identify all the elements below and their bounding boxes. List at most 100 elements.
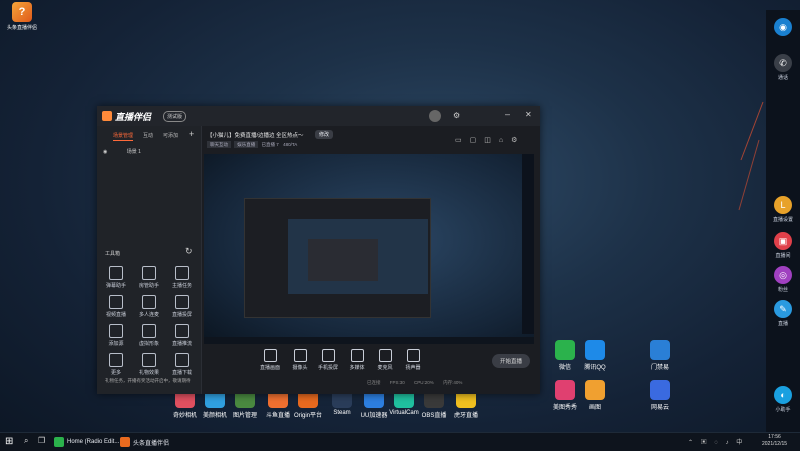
- tool-label: 直播推流: [171, 341, 192, 347]
- header-icons: ▭▢◫⌂⚙: [455, 137, 526, 144]
- toolbox-item[interactable]: 礼物效果: [136, 353, 162, 376]
- tool-label: 房管助手: [138, 283, 159, 289]
- nested-window-inner: [308, 239, 378, 281]
- app-icon: [555, 380, 575, 400]
- tag: 480/TA: [283, 142, 298, 147]
- dock-item[interactable]: L 直播设置: [771, 196, 795, 223]
- desktop-shortcut-live-companion[interactable]: ? 头条直播伴侣: [2, 2, 42, 31]
- status-item: FPS:30: [389, 380, 405, 385]
- tag: 已直播 7: [261, 142, 279, 147]
- toolbox-item[interactable]: 多人连麦: [136, 295, 162, 318]
- scene-row[interactable]: ◉ 场景 1: [103, 148, 141, 155]
- dock-item[interactable]: ✆ 通话: [771, 54, 795, 81]
- dock-item[interactable]: ▣ 直播间: [771, 232, 795, 259]
- start-live-button[interactable]: 开始直播: [492, 354, 531, 368]
- control-icon: [406, 349, 420, 362]
- app-logo-icon: [102, 111, 112, 121]
- tool-icon: [142, 295, 156, 309]
- close-icon[interactable]: ✕: [525, 110, 532, 119]
- version-badge[interactable]: 测试版: [163, 111, 187, 122]
- right-dock: ◉ ✆ 通话 L 直播设置 ▣ 直播间 ◎ 粉丝 ✎ 直播 ◐ 小助手: [766, 10, 800, 432]
- desktop-icon-label: 门禁易: [650, 365, 669, 371]
- tool-icon: [109, 266, 123, 280]
- toolbox-item[interactable]: 直播下载: [169, 353, 195, 376]
- dock-icon: ◉: [774, 18, 792, 36]
- taskbar-app[interactable]: Home (Radio Edit...: [54, 435, 119, 449]
- tab-interact[interactable]: 互动: [143, 132, 153, 139]
- toolbox-item[interactable]: 视频直播: [103, 295, 129, 318]
- tool-icon: [175, 295, 189, 309]
- user-avatar[interactable]: [429, 110, 441, 122]
- toolbox-item[interactable]: 更多: [103, 353, 129, 376]
- desktop-icon-label: 画图: [588, 405, 601, 411]
- tab-addable[interactable]: 可添加: [163, 132, 178, 139]
- desktop-streak-decoration: [738, 101, 764, 211]
- control-label: 多媒体: [349, 365, 365, 371]
- control-button[interactable]: 多媒体: [344, 349, 370, 371]
- dock-item[interactable]: ◐ 小助手: [771, 386, 795, 413]
- desktop-icon[interactable]: 门禁易: [640, 340, 680, 371]
- search-icon[interactable]: ⌕: [24, 436, 28, 446]
- control-label: 摄像头: [292, 365, 308, 371]
- desktop-icon-label: 虎牙直播: [453, 413, 478, 419]
- taskbar-app[interactable]: 头条直播伴侣: [120, 435, 169, 449]
- add-scene-icon[interactable]: +: [189, 129, 194, 139]
- scene-name: 场景 1: [126, 149, 141, 155]
- control-button[interactable]: 手机投屏: [315, 349, 341, 371]
- control-button[interactable]: 麦克风: [372, 349, 398, 371]
- tab-underline: [113, 140, 133, 141]
- status-item: CPU:20%: [414, 380, 434, 385]
- control-icon: [321, 349, 335, 362]
- dock-label: 直播设置: [772, 217, 793, 223]
- tool-icon: [175, 353, 189, 367]
- tool-icon: [142, 324, 156, 338]
- dock-icon: ▣: [774, 232, 792, 250]
- toolbox-item[interactable]: 直播推流: [169, 324, 195, 347]
- control-button[interactable]: 摄像头: [287, 349, 313, 371]
- clock-date: 2021/12/15: [762, 441, 788, 447]
- tool-icon: [142, 266, 156, 280]
- live-companion-window: 直播伴侣 测试版 ⚙ – ✕ 场景管理 互动 可添加 + ◉ 场景 1 工具箱 …: [97, 106, 540, 394]
- status-item: 已连接: [367, 380, 381, 385]
- taskbar-app-icon: [54, 437, 64, 447]
- dock-label: 直播间: [775, 253, 791, 259]
- stream-preview[interactable]: [204, 154, 534, 344]
- dock-icon: ✎: [774, 300, 792, 318]
- app-icon: [585, 380, 605, 400]
- tool-label: 添加源: [108, 341, 124, 347]
- control-button[interactable]: 扬声器: [400, 349, 426, 371]
- toolbox-refresh-icon[interactable]: ↻: [185, 246, 193, 257]
- tab-scene-manager[interactable]: 场景管理: [113, 132, 133, 139]
- dock-item[interactable]: ◉: [771, 18, 795, 38]
- settings-icon[interactable]: ⚙: [453, 111, 460, 120]
- dock-label: 直播: [777, 321, 788, 327]
- desktop-icon[interactable]: 画图: [575, 380, 615, 411]
- eye-icon[interactable]: ◉: [103, 149, 107, 155]
- control-button[interactable]: 直播画面: [257, 349, 283, 371]
- dock-item[interactable]: ✎ 直播: [771, 300, 795, 327]
- stream-tags: 聊天互动 娱乐直播 已直播 7 480/TA: [207, 141, 298, 148]
- dock-item[interactable]: ◎ 粉丝: [771, 266, 795, 293]
- notice-bar[interactable]: 礼物任务，开播有奖活动开启中，敬请期待: [105, 378, 275, 384]
- minimize-icon[interactable]: –: [505, 109, 510, 119]
- toolbox-item[interactable]: 主播任务: [169, 266, 195, 289]
- toolbox-item[interactable]: 弹幕助手: [103, 266, 129, 289]
- tool-icon: [142, 353, 156, 367]
- toolbox-item[interactable]: 房管助手: [136, 266, 162, 289]
- control-label: 麦克风: [377, 365, 393, 371]
- start-menu-icon[interactable]: ⊞: [5, 436, 13, 448]
- desktop-icon[interactable]: 腾讯QQ: [575, 340, 615, 371]
- task-view-icon[interactable]: ❐: [38, 436, 45, 445]
- toolbox-item[interactable]: 添加源: [103, 324, 129, 347]
- tool-label: 多人连麦: [138, 312, 159, 318]
- edit-title-button[interactable]: 修改: [315, 130, 334, 139]
- toolbox-title: 工具箱: [105, 251, 121, 257]
- clock[interactable]: 17:56 2021/12/15: [762, 434, 787, 448]
- toolbox-item[interactable]: 虚拟形象: [136, 324, 162, 347]
- preview-dock: [522, 154, 534, 334]
- toolbox-item[interactable]: 直播投屏: [169, 295, 195, 318]
- live-companion-app-icon: ?: [12, 2, 32, 22]
- taskbar-app-label: 头条直播伴侣: [133, 440, 170, 447]
- tool-label: 直播下载: [171, 370, 192, 376]
- desktop-icon[interactable]: 网易云: [640, 380, 680, 411]
